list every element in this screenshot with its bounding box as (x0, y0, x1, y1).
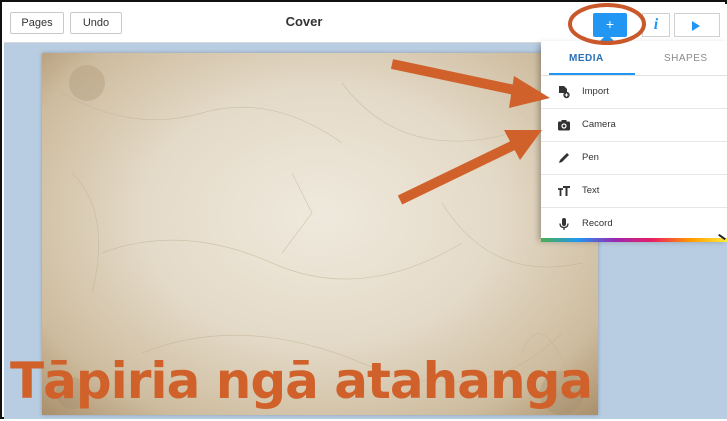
play-button[interactable] (674, 13, 720, 37)
menu-item-camera[interactable]: Camera (541, 109, 727, 142)
pages-button[interactable]: Pages (10, 12, 64, 34)
app-window: Pages Undo Cover + i MEDIA SHAPES Import… (0, 0, 727, 419)
menu-item-label: Import (582, 86, 609, 97)
menu-item-label: Record (582, 218, 613, 229)
play-icon (692, 21, 700, 31)
menu-item-text[interactable]: Text (541, 175, 727, 208)
menu-item-label: Text (582, 185, 600, 196)
menu-caret (600, 34, 614, 41)
instruction-caption: Tāpiria ngā atahanga (10, 352, 593, 410)
tab-media[interactable]: MEDIA (569, 53, 604, 64)
text-size-icon (558, 186, 570, 196)
info-button[interactable]: i (642, 13, 670, 37)
microphone-icon (559, 218, 569, 230)
menu-item-pen[interactable]: Pen (541, 142, 727, 175)
top-toolbar: Pages Undo Cover + i (4, 4, 727, 43)
menu-item-record[interactable]: Record (541, 208, 727, 240)
import-file-icon (559, 86, 570, 99)
tab-shapes[interactable]: SHAPES (664, 53, 708, 64)
camera-icon (558, 120, 570, 131)
menu-item-label: Pen (582, 152, 599, 163)
pen-icon (559, 153, 569, 163)
menu-tabs: MEDIA SHAPES (541, 41, 727, 76)
undo-button[interactable]: Undo (70, 12, 122, 34)
page-title: Cover (285, 14, 323, 29)
menu-item-label: Camera (582, 119, 616, 130)
menu-item-import[interactable]: Import (541, 76, 727, 109)
add-media-menu: MEDIA SHAPES Import Camera Pen Text Reco… (541, 41, 727, 238)
menu-color-strip (541, 238, 727, 242)
active-tab-indicator (549, 73, 635, 75)
